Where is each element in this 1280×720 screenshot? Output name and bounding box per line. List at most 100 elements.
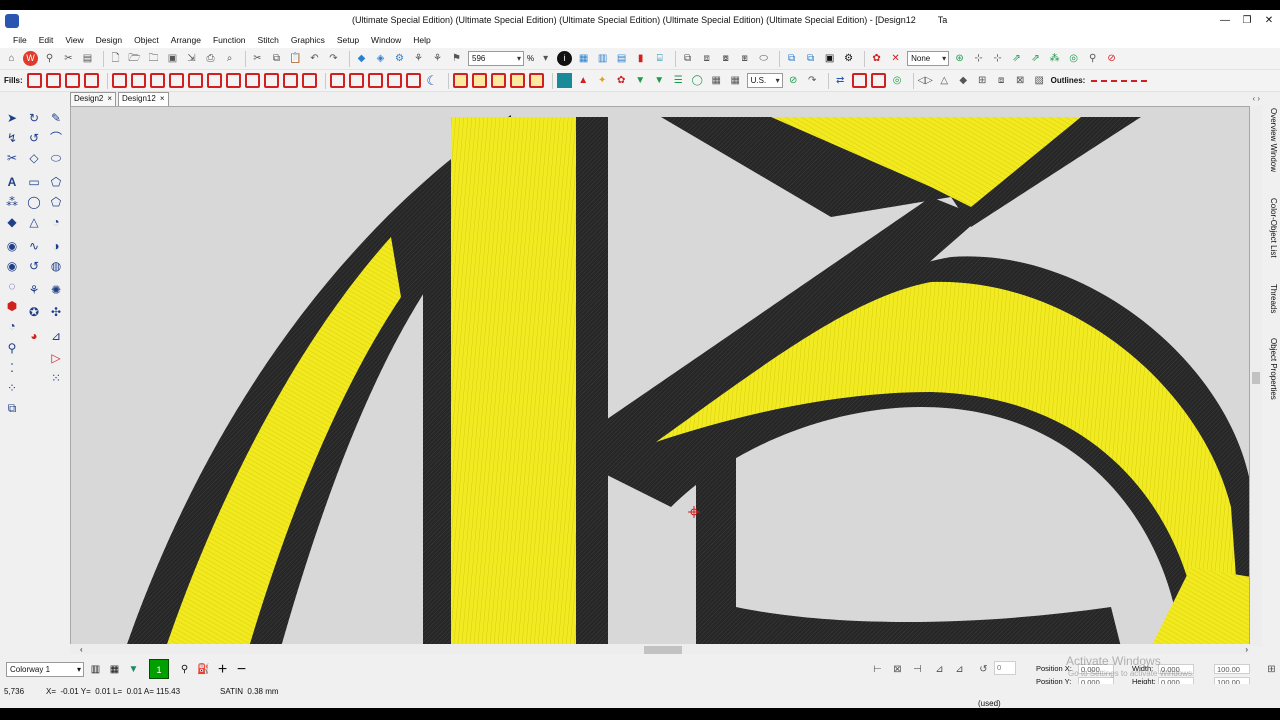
- width-percent-field[interactable]: 100.00: [1214, 664, 1250, 674]
- arrange-icon[interactable]: ▧: [1032, 73, 1047, 88]
- undo-icon[interactable]: ↶: [307, 51, 322, 66]
- align-left-icon[interactable]: ⊢: [870, 662, 885, 677]
- new-file-icon[interactable]: 🗋: [108, 51, 123, 66]
- green-arrow-icon[interactable]: ⊘: [786, 73, 801, 88]
- crescent-icon[interactable]: ☾: [425, 73, 440, 88]
- outline-run-icon[interactable]: [851, 73, 867, 88]
- measure-icon[interactable]: ▤: [614, 51, 629, 66]
- align-icon[interactable]: ⊞: [975, 73, 990, 88]
- redo-icon[interactable]: ↷: [326, 51, 341, 66]
- outline-blanket-icon[interactable]: ◎: [890, 73, 905, 88]
- fill-bucket-icon[interactable]: ⛽: [196, 662, 211, 677]
- fill-tatami-icon[interactable]: [45, 73, 61, 88]
- effect-curved-icon[interactable]: [490, 73, 506, 88]
- eyedropper-icon[interactable]: ⚲: [177, 662, 192, 677]
- fill-flexi-split-icon[interactable]: [111, 73, 127, 88]
- fill-program-split-icon[interactable]: [149, 73, 165, 88]
- shirt-alt-icon[interactable]: ▼: [652, 73, 667, 88]
- scroll-left-icon[interactable]: ‹: [80, 645, 83, 654]
- menu-window[interactable]: Window: [371, 35, 401, 45]
- triangles-icon[interactable]: △: [26, 214, 42, 230]
- save-icon[interactable]: ▣: [165, 51, 180, 66]
- tab-close-icon[interactable]: ×: [160, 94, 165, 103]
- fill-cross-icon[interactable]: [206, 73, 222, 88]
- grid-fill-icon[interactable]: ▦: [709, 73, 724, 88]
- open-folder-icon[interactable]: 🗁: [127, 51, 142, 66]
- loop-icon[interactable]: ↺: [26, 258, 42, 274]
- needle-point-icon[interactable]: ◈: [373, 51, 388, 66]
- app-logo-icon[interactable]: [5, 14, 19, 28]
- wreath-icon[interactable]: ✪: [26, 304, 42, 320]
- shirt-color-icon[interactable]: ▼: [126, 662, 141, 677]
- trim-icon[interactable]: ⊛: [952, 51, 967, 66]
- tab-design2[interactable]: Design2 ×: [70, 92, 117, 106]
- overview-window-tab[interactable]: Overview Window: [1266, 108, 1278, 172]
- units-select[interactable]: U.S.: [746, 73, 783, 88]
- brush-icon[interactable]: ⚲: [1085, 51, 1100, 66]
- distribute-v-icon[interactable]: ⊿: [952, 662, 967, 677]
- tab-nav-arrows[interactable]: ‹ ›: [1252, 94, 1260, 103]
- menu-view[interactable]: View: [65, 35, 83, 45]
- rectangle-icon[interactable]: ▭: [26, 174, 42, 190]
- rotate-left-icon[interactable]: ◆: [956, 73, 971, 88]
- pin-icon[interactable]: ⚲: [42, 51, 57, 66]
- color-bars-icon[interactable]: ▥: [88, 662, 103, 677]
- cut-icon[interactable]: ✂: [250, 51, 265, 66]
- mirror-v-icon[interactable]: △: [937, 73, 952, 88]
- print-icon[interactable]: ⎙: [203, 51, 218, 66]
- add-color-icon[interactable]: +: [215, 661, 230, 677]
- blob-icon[interactable]: ◍: [48, 258, 64, 274]
- fill-satin-icon[interactable]: [26, 73, 42, 88]
- stitch-jump-icon[interactable]: ⇗: [1028, 51, 1043, 66]
- rotation-stepper[interactable]: 0: [994, 661, 1016, 675]
- effect-shade-icon[interactable]: [471, 73, 487, 88]
- menu-design[interactable]: Design: [96, 35, 122, 45]
- save-design-icon[interactable]: ▣: [822, 51, 837, 66]
- remove-color-icon[interactable]: −: [234, 661, 249, 677]
- effect-trapunto-icon[interactable]: [452, 73, 468, 88]
- polyline-select-icon[interactable]: ↯: [4, 130, 20, 146]
- outline-style-preview[interactable]: [1091, 79, 1148, 82]
- scroll-right-icon[interactable]: ›: [1245, 645, 1248, 654]
- knife-icon[interactable]: ✂: [4, 150, 20, 166]
- print-preview-icon[interactable]: ⌕: [222, 51, 237, 66]
- thread-chart-icon[interactable]: ▮: [633, 51, 648, 66]
- layers-icon[interactable]: ⧉: [784, 51, 799, 66]
- toggle-icon[interactable]: ◔: [4, 318, 20, 334]
- dots-icon[interactable]: ⁚: [4, 360, 20, 376]
- fill-circle-icon[interactable]: [405, 73, 421, 88]
- jump-icon[interactable]: ⇗: [1009, 51, 1024, 66]
- grid-dots-icon[interactable]: ⁙: [48, 370, 64, 386]
- auto-start-icon[interactable]: ◎: [1066, 51, 1081, 66]
- show-objects-icon[interactable]: ⚑: [449, 51, 464, 66]
- curve-icon[interactable]: ↷: [805, 73, 820, 88]
- fill-radial-icon[interactable]: [225, 73, 241, 88]
- menu-graphics[interactable]: Graphics: [291, 35, 325, 45]
- shirt-icon[interactable]: ▼: [633, 73, 648, 88]
- sequence-icon[interactable]: ⧉: [803, 51, 818, 66]
- info-icon[interactable]: i: [557, 51, 573, 66]
- none-select[interactable]: None: [907, 51, 950, 66]
- effect-profile-icon[interactable]: [528, 73, 544, 88]
- tie-off-icon[interactable]: ⊹: [990, 51, 1005, 66]
- diamond-icon[interactable]: ◆: [4, 214, 20, 230]
- spool-icon[interactable]: ⌸: [652, 51, 667, 66]
- vertical-scrollbar[interactable]: [1250, 106, 1262, 646]
- show-stitches-icon[interactable]: ⚘: [430, 51, 445, 66]
- ellipse-edit-icon[interactable]: ⬭: [48, 150, 64, 166]
- polygon-icon[interactable]: ⬠: [48, 174, 64, 190]
- lock-icon[interactable]: ⧇: [718, 51, 733, 66]
- stitch-player-icon[interactable]: ◆: [354, 51, 369, 66]
- settings-gear-icon[interactable]: ⚙: [841, 51, 856, 66]
- distribute-h-icon[interactable]: ⊿: [932, 662, 947, 677]
- align-center-icon[interactable]: ⊠: [890, 662, 905, 677]
- pentagon-icon[interactable]: ⬠: [48, 194, 64, 210]
- copy-icon[interactable]: ⧉: [269, 51, 284, 66]
- zoom-dropdown-icon[interactable]: ▾: [538, 51, 553, 66]
- menu-object[interactable]: Object: [134, 35, 159, 45]
- scissors-settings-icon[interactable]: ✂: [61, 51, 76, 66]
- fill-contour-icon[interactable]: [329, 73, 345, 88]
- palette-icon[interactable]: ✿: [614, 73, 629, 88]
- ungroup-icon[interactable]: ⧈: [699, 51, 714, 66]
- colorway-select[interactable]: Colorway 1: [6, 661, 84, 677]
